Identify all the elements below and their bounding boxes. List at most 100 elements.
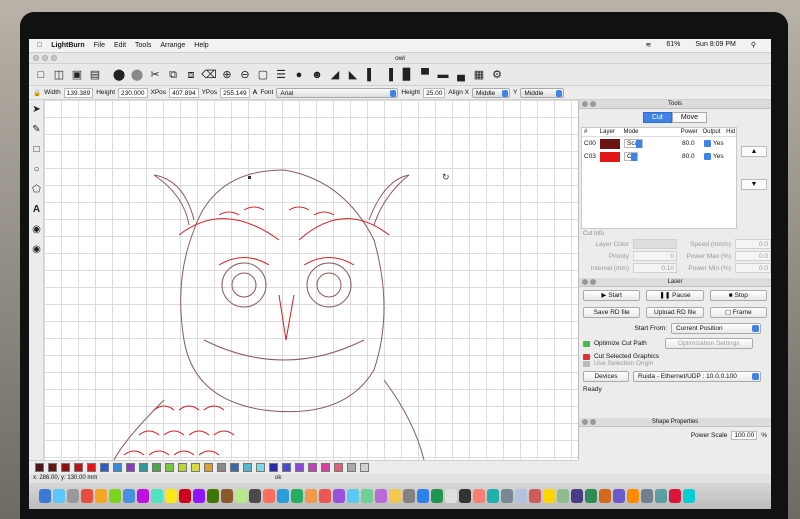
dock-app-icon[interactable] <box>165 489 177 503</box>
zoom-out-icon[interactable]: ⊖ <box>237 67 253 83</box>
settings-list-icon[interactable]: ☰ <box>273 67 289 83</box>
layer-row[interactable]: C03 Cut 80.0 Yes <box>582 150 736 163</box>
dock-app-icon[interactable] <box>67 489 79 503</box>
palette-color-swatch[interactable] <box>191 463 200 472</box>
layer-color-field[interactable] <box>633 239 677 249</box>
menu-edit[interactable]: Edit <box>114 42 126 49</box>
new-file-icon[interactable]: □ <box>33 67 49 83</box>
text-icon[interactable]: A <box>29 200 44 220</box>
dock-app-icon[interactable] <box>375 489 387 503</box>
dock-app-icon[interactable] <box>431 489 443 503</box>
output-checkbox[interactable] <box>704 139 711 147</box>
palette-color-swatch[interactable] <box>61 463 70 472</box>
dock-app-icon[interactable] <box>389 489 401 503</box>
font-select[interactable]: Arial <box>276 87 399 98</box>
align-middle-icon[interactable]: ▬ <box>435 67 451 83</box>
close-window-button[interactable] <box>33 55 39 61</box>
zoom-window-button[interactable] <box>51 55 57 61</box>
palette-color-swatch[interactable] <box>321 463 330 472</box>
dock-app-icon[interactable] <box>361 489 373 503</box>
dock-app-icon[interactable] <box>221 489 233 503</box>
flip-horizontal-icon[interactable]: ◢ <box>327 67 343 83</box>
save-icon[interactable]: ▣ <box>69 67 85 83</box>
dock-app-icon[interactable] <box>81 489 93 503</box>
export-icon[interactable]: ▤ <box>87 67 103 83</box>
dock-app-icon[interactable] <box>123 489 135 503</box>
device-select[interactable]: Ruida - Ethernet/UDP : 10.0.0.100 <box>633 371 761 382</box>
menu-arrange[interactable]: Arrange <box>160 42 185 49</box>
palette-color-swatch[interactable] <box>347 463 356 472</box>
start-button[interactable]: ▶ Start <box>583 290 641 301</box>
optimization-settings-button[interactable]: Optimization Settings <box>664 338 753 349</box>
menu-help[interactable]: Help <box>194 42 208 49</box>
select-arrow-icon[interactable]: ➤ <box>29 100 44 120</box>
palette-color-swatch[interactable] <box>35 463 44 472</box>
palette-color-swatch[interactable] <box>334 463 343 472</box>
palette-color-swatch[interactable] <box>165 463 174 472</box>
palette-color-swatch[interactable] <box>243 463 252 472</box>
dock-app-icon[interactable] <box>151 489 163 503</box>
palette-color-swatch[interactable] <box>269 463 278 472</box>
dock-app-icon[interactable] <box>333 489 345 503</box>
font-height-input[interactable]: 25.00 <box>423 87 446 98</box>
pause-button[interactable]: ❚❚ Pause <box>646 290 704 301</box>
palette-color-swatch[interactable] <box>282 463 291 472</box>
clock[interactable]: Sun 8:09 PM <box>695 41 735 49</box>
flip-vertical-icon[interactable]: ◣ <box>345 67 361 83</box>
dock-app-icon[interactable] <box>249 489 261 503</box>
dock-app-icon[interactable] <box>263 489 275 503</box>
position-pin-icon[interactable]: ◉ <box>29 220 44 240</box>
open-file-icon[interactable]: ◫ <box>51 67 67 83</box>
height-input[interactable]: 230.000 <box>118 87 148 98</box>
panel-close-button[interactable] <box>582 279 588 285</box>
palette-color-swatch[interactable] <box>308 463 317 472</box>
stop-button[interactable]: ■ Stop <box>709 290 767 301</box>
dock-app-icon[interactable] <box>137 489 149 503</box>
dock-app-icon[interactable] <box>403 489 415 503</box>
dock-app-icon[interactable] <box>319 489 331 503</box>
cut-icon[interactable]: ✂ <box>147 67 163 83</box>
zoom-frame-icon[interactable]: ▢ <box>255 67 271 83</box>
layer-color-swatch[interactable] <box>600 138 620 149</box>
tab-move[interactable]: Move <box>671 112 708 123</box>
power-scale-input[interactable]: 100.00 <box>731 431 758 440</box>
palette-color-swatch[interactable] <box>178 463 187 472</box>
optimize-checkbox[interactable] <box>583 340 590 347</box>
layer-mode-select[interactable]: Cut <box>624 152 639 161</box>
selection-handle-top[interactable] <box>248 176 251 179</box>
dock-app-icon[interactable] <box>557 489 569 503</box>
dock-app-icon[interactable] <box>543 489 555 503</box>
power-max-input[interactable]: 0.0 <box>735 251 771 261</box>
rectangle-icon[interactable]: □ <box>29 140 44 160</box>
xpos-input[interactable]: 407.894 <box>169 87 199 98</box>
panel-close-button[interactable] <box>582 419 588 425</box>
dock-app-icon[interactable] <box>95 489 107 503</box>
palette-color-swatch[interactable] <box>204 463 213 472</box>
dock-app-icon[interactable] <box>39 489 51 503</box>
ungroup-icon[interactable]: ☻ <box>309 67 325 83</box>
align-left-icon[interactable]: ▌ <box>363 67 379 83</box>
text-tool-icon[interactable]: A <box>253 89 258 96</box>
pen-draw-icon[interactable]: ✎ <box>29 120 44 140</box>
palette-color-swatch[interactable] <box>48 463 57 472</box>
layer-color-swatch[interactable] <box>600 151 620 162</box>
group-icon[interactable]: ● <box>291 67 307 83</box>
apple-icon[interactable]:  <box>37 42 42 49</box>
move-layer-down-button[interactable]: ▼ <box>741 179 767 190</box>
dock-app-icon[interactable] <box>347 489 359 503</box>
power-min-input[interactable]: 0.0 <box>735 263 771 273</box>
speed-input[interactable]: 0.0 <box>735 239 771 249</box>
dock-app-icon[interactable] <box>515 489 527 503</box>
dock-app-icon[interactable] <box>235 489 247 503</box>
menu-tools[interactable]: Tools <box>135 42 151 49</box>
design-canvas[interactable]: ↻ <box>44 100 578 460</box>
panel-float-button[interactable] <box>590 279 596 285</box>
dock-app-icon[interactable] <box>501 489 513 503</box>
dock-app-icon[interactable] <box>571 489 583 503</box>
dock-app-icon[interactable] <box>459 489 471 503</box>
dock-app-icon[interactable] <box>487 489 499 503</box>
grid-array-icon[interactable]: ▦ <box>471 67 487 83</box>
paste-icon[interactable]: ⧈ <box>183 67 199 83</box>
priority-input[interactable]: 0 <box>633 251 677 261</box>
align-x-select[interactable]: Middle <box>472 87 511 98</box>
